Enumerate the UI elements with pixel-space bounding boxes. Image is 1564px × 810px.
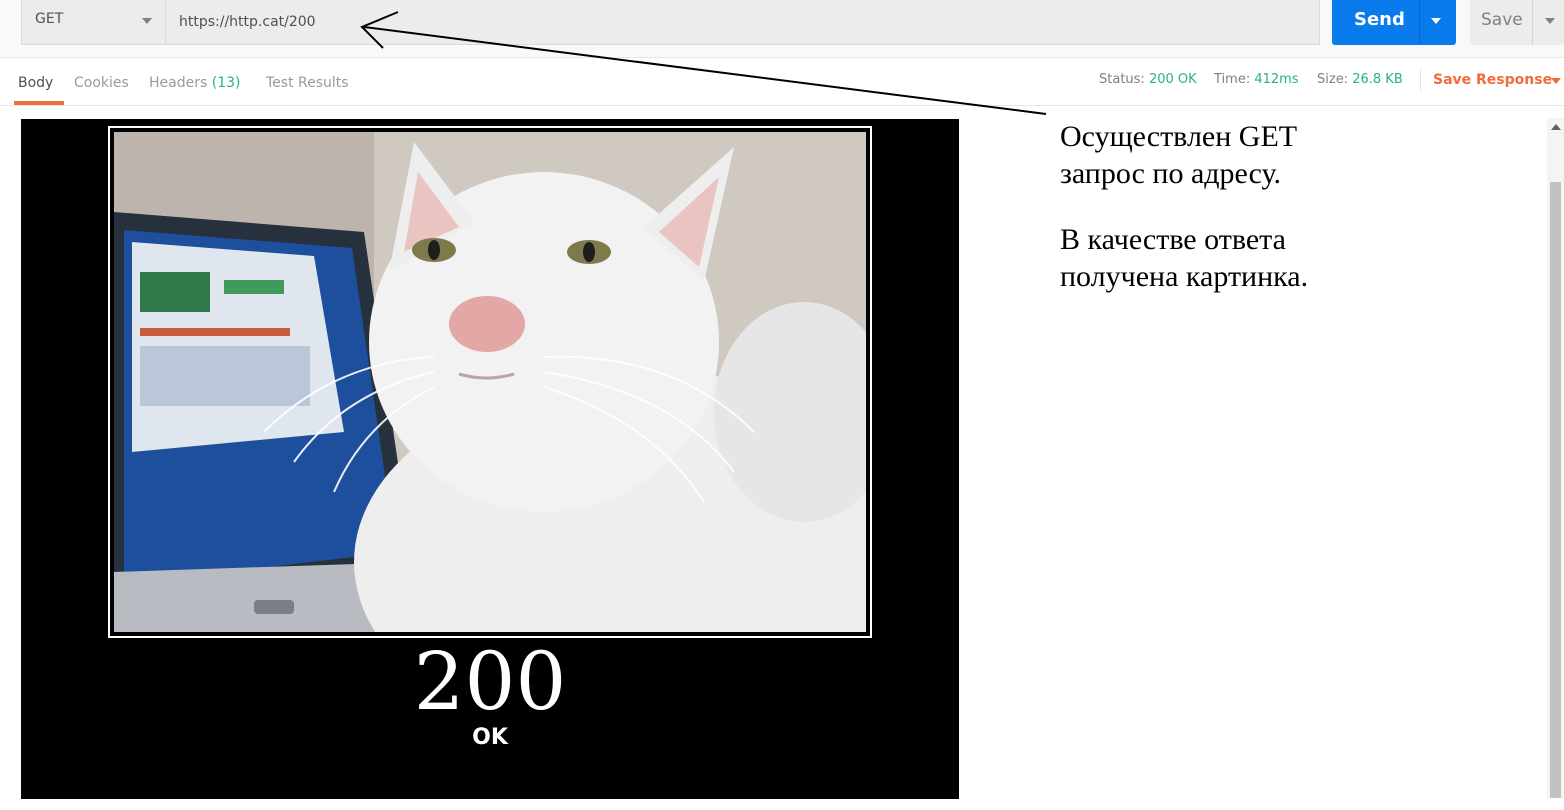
status-label: Status: [1099,72,1145,87]
annotation-line-2: запрос по адресу. [1060,157,1282,190]
size-readout: Size: 26.8 KB [1317,72,1403,87]
cat-photo [114,132,866,632]
response-image: 200 OK [21,119,959,799]
save-button[interactable]: Save [1470,0,1564,45]
method-select[interactable]: GET [21,0,166,45]
size-value[interactable]: 26.8 KB [1352,72,1403,87]
tab-headers[interactable]: Headers (13) [149,75,240,91]
annotation-line-3: В качестве ответа [1060,223,1286,256]
save-label: Save [1481,10,1523,30]
tab-cookies[interactable]: Cookies [74,75,129,91]
status-readout: Status: 200 OK [1099,72,1197,87]
poster-status-text: OK [472,725,508,750]
request-bar: GET Send Save [0,0,1564,58]
tab-headers-label: Headers [149,75,208,91]
response-body: 200 OK [0,106,1564,810]
time-label: Time: [1214,72,1251,87]
save-response-button[interactable]: Save Response [1433,72,1552,88]
chevron-down-icon [142,18,152,24]
send-options-chevron-icon[interactable] [1431,18,1441,24]
vertical-scrollbar[interactable] [1547,118,1564,798]
meta-divider [1420,68,1421,92]
save-response-chevron-icon[interactable] [1551,78,1561,84]
method-label: GET [35,11,64,27]
tab-body[interactable]: Body [18,75,53,91]
headers-count-badge: (13) [211,75,241,91]
url-input[interactable] [165,0,1320,45]
size-label: Size: [1317,72,1349,87]
time-readout: Time: 412ms [1214,72,1299,87]
photo-frame [108,126,872,638]
save-options-chevron-icon[interactable] [1545,18,1555,24]
send-divider [1419,0,1420,45]
status-value[interactable]: 200 OK [1149,72,1197,87]
time-value[interactable]: 412ms [1254,72,1298,87]
response-tabs: Body Cookies Headers (13) Test Results S… [0,59,1564,106]
send-label: Send [1354,9,1405,30]
cat-photo-drawing [114,132,866,632]
tab-test-results[interactable]: Test Results [266,75,349,91]
annotation-line-4: получена картинка. [1060,260,1309,293]
scroll-up-arrow-icon[interactable] [1551,124,1561,130]
active-tab-indicator [14,101,64,105]
send-button[interactable]: Send [1332,0,1456,45]
save-divider [1532,0,1533,45]
annotation-line-1: Осуществлен GET [1060,120,1298,153]
poster-status-code: 200 [413,635,567,728]
scroll-thumb[interactable] [1550,182,1561,798]
